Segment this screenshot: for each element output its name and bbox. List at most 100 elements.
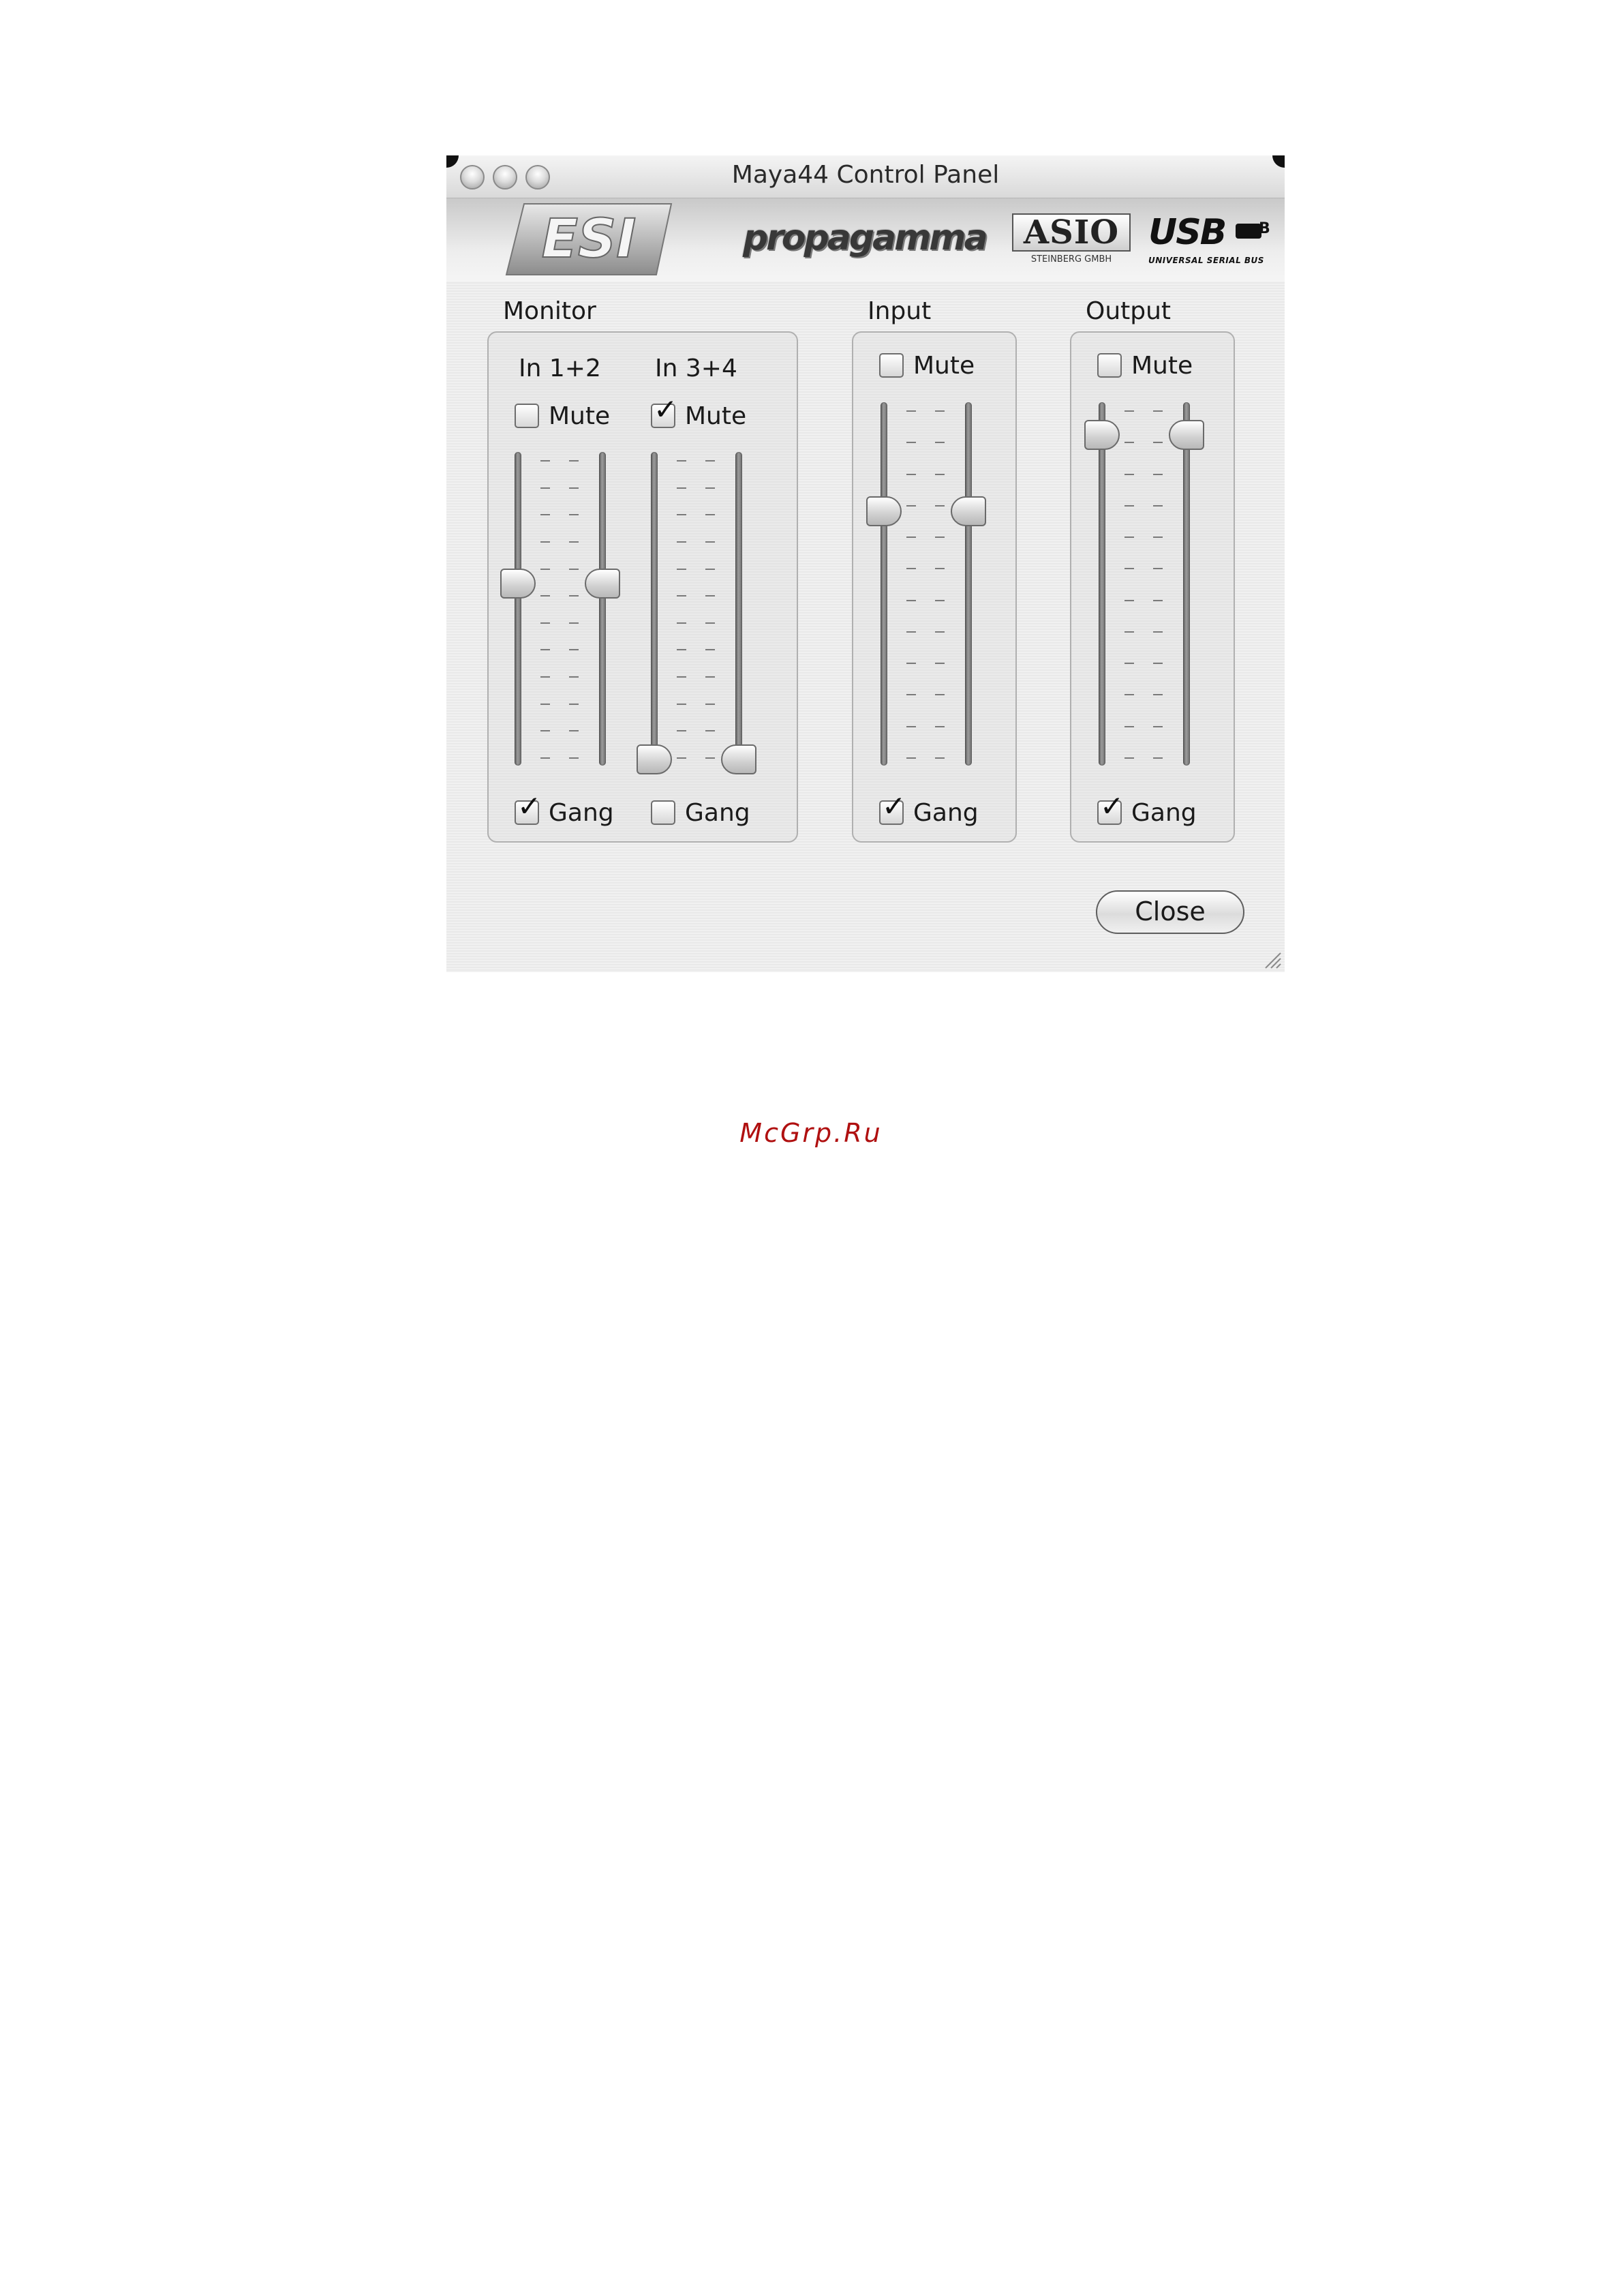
checkbox-box[interactable]: ✓ [515,792,541,825]
asio-logo-text: ASIO [1012,213,1131,252]
fader-thumb-left[interactable] [500,569,536,599]
fader-tick-row [673,730,720,731]
monitor-in12-mute-label: Mute [549,402,611,430]
fader-tick-row [902,694,950,695]
checkmark-icon: ✓ [654,393,678,426]
fader-track[interactable] [1183,402,1190,766]
fader-tick-row [673,622,720,624]
checkbox-box[interactable]: ✓ [1097,792,1124,825]
input-gang-checkbox[interactable]: ✓ Gang [879,792,979,828]
monitor-in34-gang-checkbox[interactable]: Gang [651,798,750,828]
monitor-in12-mute-checkbox[interactable]: Mute [515,401,610,431]
monitor-in34-label: In 3+4 [655,354,737,382]
fader-track[interactable] [651,452,658,766]
fader-thumb-left[interactable] [1084,420,1120,450]
monitor-in34-mute-checkbox[interactable]: ✓ Mute [651,395,747,431]
fader-track[interactable] [515,452,521,766]
fader-tick-row [1120,505,1168,507]
fader-track[interactable] [599,452,606,766]
fader-tick-row [1120,474,1168,475]
window-title: Maya44 Control Panel [731,161,1000,189]
monitor-in12-label: In 1+2 [519,354,601,382]
output-mute-checkbox[interactable]: Mute [1097,350,1193,380]
fader-tick-row [673,595,720,596]
fader-tick-row [536,622,584,624]
fader-tick-row [902,726,950,727]
fader-tick-row [902,505,950,507]
fader-track[interactable] [735,452,742,766]
fader-tick-row [1120,410,1168,412]
monitor-in34-gang-label: Gang [685,798,750,827]
fader-thumb-left[interactable] [637,744,672,774]
fader-tick-row [536,514,584,515]
fader-tick-row [536,649,584,650]
fader-tick-row [1120,537,1168,538]
usb-logo-text: USB [1148,212,1227,253]
checkbox-box[interactable] [651,800,675,825]
logo-banner: ESI propagamma ASIO STEINBERG GMBH USB B… [446,198,1285,282]
fader-tick-row [1120,757,1168,759]
checkmark-icon: ✓ [1100,789,1124,823]
output-gang-checkbox[interactable]: ✓ Gang [1097,792,1197,828]
fader-tick-row [1120,600,1168,601]
watermark-text: McGrp.Ru [739,1118,883,1148]
fader-tick-row [1120,568,1168,569]
checkbox-box[interactable] [1097,353,1122,378]
fader-tick-row [536,541,584,543]
fader-tick-row [536,595,584,596]
asio-logo: ASIO STEINBERG GMBH [1012,213,1131,271]
fader-tick-row [902,600,950,601]
resize-grip-icon[interactable] [1261,949,1282,969]
fader-tick-row [1120,631,1168,633]
fader-thumb-right[interactable] [585,569,620,599]
fader-tick-row [673,514,720,515]
monitor-in34-mute-label: Mute [685,402,747,430]
fader-tick-row [673,649,720,650]
title-bar[interactable]: Maya44 Control Panel [446,155,1285,198]
fader-tick-row [673,676,720,678]
close-button[interactable]: Close [1096,890,1244,934]
fader-tick-row [536,704,584,705]
checkbox-box[interactable]: ✓ [651,395,677,428]
esi-logo: ESI [505,203,673,275]
monitor-in12-gang-checkbox[interactable]: ✓ Gang [515,792,614,828]
fader-tick-row [536,487,584,489]
fader-tick-row [1120,694,1168,695]
input-group [852,331,1017,843]
fader-tick-row [902,474,950,475]
fader-thumb-right[interactable] [721,744,756,774]
fader-track[interactable] [965,402,972,766]
fader-tick-row [902,537,950,538]
svg-text:ESI: ESI [542,209,636,270]
fader-track[interactable] [881,402,887,766]
monitor-in12-gang-label: Gang [549,798,614,827]
fader-tick-row [673,757,720,759]
monitor-group-label: Monitor [503,297,596,325]
fader-tick-row [902,442,950,443]
usb-b-mark: B [1259,220,1270,237]
usb-subtext: UNIVERSAL SERIAL BUS [1148,256,1264,265]
fader-thumb-left[interactable] [866,496,902,526]
fader-tick-row [1120,663,1168,664]
fader-tick-row [536,757,584,759]
input-mute-checkbox[interactable]: Mute [879,350,975,380]
input-gang-label: Gang [913,798,979,827]
fader-track[interactable] [1099,402,1105,766]
fader-tick-row [902,757,950,759]
usb-plug-icon [1236,224,1261,239]
checkbox-box[interactable] [515,404,539,428]
checkbox-box[interactable] [879,353,904,378]
fader-tick-row [673,569,720,570]
fader-tick-row [673,487,720,489]
fader-tick-row [536,569,584,570]
output-gang-label: Gang [1131,798,1197,827]
checkmark-icon: ✓ [882,789,906,823]
fader-tick-row [902,410,950,412]
fader-thumb-right[interactable] [1169,420,1204,450]
propagamma-logo: propagamma [743,217,988,258]
fader-tick-row [902,568,950,569]
checkbox-box[interactable]: ✓ [879,792,906,825]
fader-thumb-right[interactable] [951,496,986,526]
output-mute-label: Mute [1131,351,1193,380]
input-mute-label: Mute [913,351,975,380]
